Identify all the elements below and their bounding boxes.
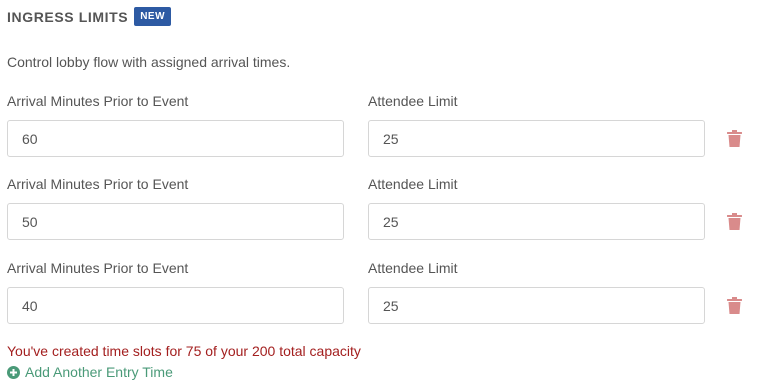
attendee-limit-input[interactable]: [368, 203, 705, 240]
section-description: Control lobby flow with assigned arrival…: [7, 54, 291, 70]
trash-icon[interactable]: [727, 297, 742, 314]
attendee-limit-input[interactable]: [368, 120, 705, 157]
arrival-minutes-label: Arrival Minutes Prior to Event: [7, 260, 189, 276]
arrival-minutes-input[interactable]: [7, 203, 344, 240]
attendee-limit-input[interactable]: [368, 287, 705, 324]
section-title: INGRESS LIMITS: [7, 8, 129, 25]
entry-row: Arrival Minutes Prior to Event Attendee …: [0, 176, 758, 258]
entry-row: Arrival Minutes Prior to Event Attendee …: [0, 260, 758, 342]
new-badge: NEW: [134, 7, 172, 26]
arrival-minutes-label: Arrival Minutes Prior to Event: [7, 93, 189, 109]
attendee-limit-label: Attendee Limit: [368, 260, 458, 276]
entry-row: Arrival Minutes Prior to Event Attendee …: [0, 93, 758, 175]
arrival-minutes-input[interactable]: [7, 120, 344, 157]
add-entry-button[interactable]: Add Another Entry Time: [7, 364, 173, 380]
attendee-limit-label: Attendee Limit: [368, 176, 458, 192]
trash-icon[interactable]: [727, 130, 742, 147]
arrival-minutes-input[interactable]: [7, 287, 344, 324]
add-entry-label: Add Another Entry Time: [25, 364, 173, 380]
arrival-minutes-label: Arrival Minutes Prior to Event: [7, 176, 189, 192]
plus-circle-icon: [7, 365, 20, 379]
attendee-limit-label: Attendee Limit: [368, 93, 458, 109]
section-header: INGRESS LIMITS NEW: [7, 7, 172, 26]
trash-icon[interactable]: [727, 213, 742, 230]
capacity-warning: You've created time slots for 75 of your…: [7, 343, 361, 359]
